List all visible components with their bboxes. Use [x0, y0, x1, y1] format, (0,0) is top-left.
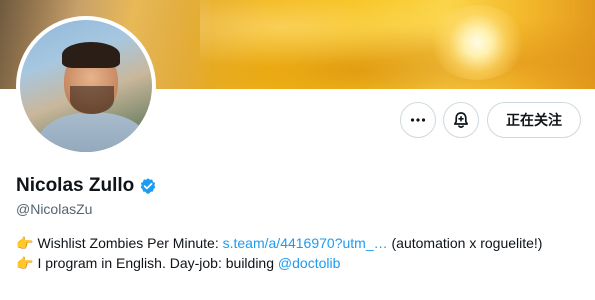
more-icon [410, 118, 426, 122]
avatar-hair [62, 42, 120, 68]
notification-bell-icon [453, 112, 469, 128]
pointing-hand-icon: 👉 [16, 235, 34, 251]
bio-line1-suffix: (automation x roguelite!) [387, 235, 543, 251]
avatar-shirt [38, 112, 148, 152]
profile-bio: 👉 Wishlist Zombies Per Minute: s.team/a/4… [16, 233, 576, 273]
pointing-hand-icon: 👉 [16, 255, 34, 271]
more-button[interactable] [400, 102, 436, 138]
avatar-beard [70, 86, 114, 114]
profile-handle: @NicolasZu [16, 201, 93, 217]
verified-badge-icon[interactable] [139, 177, 157, 195]
following-button[interactable]: 正在关注 [487, 102, 581, 138]
bio-line2-text: I program in English. Day-job: building [37, 255, 278, 271]
profile-name: Nicolas Zullo [16, 175, 135, 196]
notifications-button[interactable] [443, 102, 479, 138]
profile-name-row: Nicolas Zullo [16, 175, 157, 197]
banner-clouds [200, 0, 595, 89]
bio-steam-link[interactable]: s.team/a/4416970?utm_… [223, 235, 388, 251]
banner-sun [430, 5, 525, 80]
bio-doctolib-link[interactable]: @doctolib [278, 255, 340, 271]
avatar[interactable] [16, 16, 156, 156]
bio-line1-text: Wishlist Zombies Per Minute: [37, 235, 223, 251]
bio-line-1: 👉 Wishlist Zombies Per Minute: s.team/a/4… [16, 233, 576, 253]
bio-line-2: 👉 I program in English. Day-job: building… [16, 253, 576, 273]
